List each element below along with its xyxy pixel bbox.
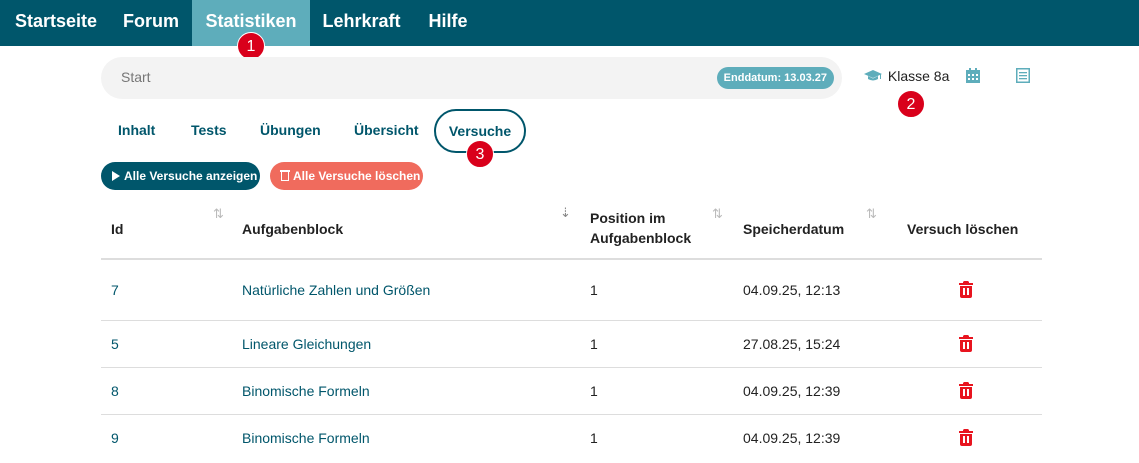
top-navigation: Startseite Forum Statistiken Lehrkraft H… — [0, 0, 1139, 46]
row-id: 7 — [111, 282, 119, 298]
delete-all-attempts-button[interactable]: Alle Versuche löschen — [270, 162, 423, 190]
row-position: 1 — [590, 383, 598, 399]
show-all-attempts-button[interactable]: Alle Versuche anzeigen — [101, 162, 260, 190]
show-all-attempts-label: Alle Versuche anzeigen — [124, 169, 258, 183]
row-aufgabenblock-link[interactable]: Binomische Formeln — [242, 430, 370, 446]
breadcrumb-start[interactable]: Start — [121, 69, 151, 85]
table-row: 5 Lineare Gleichungen 1 27.08.25, 15:24 — [101, 321, 1042, 368]
table-row: 8 Binomische Formeln 1 04.09.25, 12:39 — [101, 368, 1042, 415]
column-header-position-line1: Position im — [590, 210, 666, 226]
tab-tests[interactable]: Tests — [191, 122, 227, 138]
sort-desc-icon[interactable]: ⇣ — [560, 205, 571, 221]
delete-all-attempts-label: Alle Versuche löschen — [293, 169, 421, 183]
sort-icon[interactable]: ⇅ — [213, 206, 224, 222]
column-header-position-line2: Aufgabenblock — [590, 230, 692, 246]
class-selector-label: Klasse 8a — [887, 68, 950, 84]
nav-hilfe[interactable]: Hilfe — [413, 0, 483, 46]
sort-icon[interactable]: ⇅ — [712, 206, 723, 222]
trash-icon[interactable] — [959, 335, 973, 352]
breadcrumb-bar: Start Enddatum: 13.03.27 — [101, 57, 842, 99]
tab-inhalt[interactable]: Inhalt — [118, 122, 155, 138]
row-position: 1 — [590, 430, 598, 446]
table-row: 9 Binomische Formeln 1 04.09.25, 12:39 — [101, 415, 1042, 462]
trash-icon — [280, 170, 290, 181]
step-marker-1: 1 — [237, 32, 265, 60]
table-row: 7 Natürliche Zahlen und Größen 1 04.09.2… — [101, 260, 1042, 321]
play-icon — [112, 171, 120, 181]
column-header-speicherdatum: Speicherdatum — [743, 221, 845, 237]
trash-icon[interactable] — [959, 429, 973, 446]
row-id: 5 — [111, 336, 119, 352]
trash-icon[interactable] — [959, 281, 973, 298]
row-date: 04.09.25, 12:39 — [743, 383, 841, 399]
nav-lehrkraft[interactable]: Lehrkraft — [310, 0, 413, 46]
nav-startseite[interactable]: Startseite — [2, 0, 110, 46]
calendar-icon[interactable] — [966, 68, 980, 88]
row-position: 1 — [590, 336, 598, 352]
row-aufgabenblock-link[interactable]: Lineare Gleichungen — [242, 336, 371, 352]
graduation-cap-icon — [864, 68, 886, 84]
row-date: 04.09.25, 12:39 — [743, 430, 841, 446]
class-selector[interactable]: Klasse 8a — [864, 68, 949, 84]
row-aufgabenblock-link[interactable]: Binomische Formeln — [242, 383, 370, 399]
column-header-versuch-loeschen: Versuch löschen — [907, 221, 1019, 237]
nav-forum[interactable]: Forum — [110, 0, 192, 46]
row-id: 8 — [111, 383, 119, 399]
column-header-position: Position im Aufgabenblock — [590, 208, 691, 248]
step-marker-2: 2 — [897, 90, 925, 118]
row-aufgabenblock-link[interactable]: Natürliche Zahlen und Größen — [242, 282, 430, 298]
tab-uebungen[interactable]: Übungen — [260, 122, 321, 138]
trash-icon[interactable] — [959, 382, 973, 399]
list-icon[interactable] — [1016, 68, 1030, 88]
row-date: 04.09.25, 12:13 — [743, 282, 841, 298]
row-position: 1 — [590, 282, 598, 298]
step-marker-3: 3 — [466, 140, 494, 168]
sort-icon[interactable]: ⇅ — [866, 206, 877, 222]
tab-uebersicht[interactable]: Übersicht — [354, 122, 419, 138]
column-header-aufgabenblock: Aufgabenblock — [242, 221, 344, 237]
row-date: 27.08.25, 15:24 — [743, 336, 841, 352]
row-id: 9 — [111, 430, 119, 446]
column-header-id: Id — [111, 221, 124, 237]
end-date-badge: Enddatum: 13.03.27 — [716, 67, 834, 89]
